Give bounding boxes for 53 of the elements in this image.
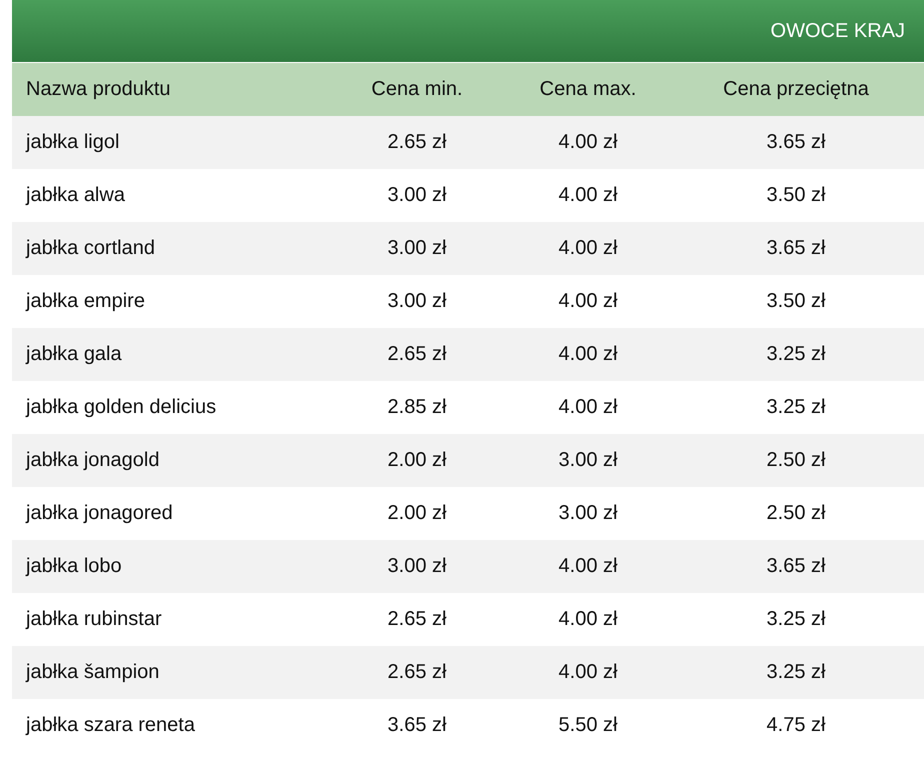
table-cell: 4.00 zł xyxy=(508,169,668,222)
table-cell: jabłka rubinstar xyxy=(12,593,326,646)
table-cell: jabłka alwa xyxy=(12,169,326,222)
table-cell: 3.25 zł xyxy=(668,381,924,434)
table-cell: 4.00 zł xyxy=(508,381,668,434)
table-cell: 3.25 zł xyxy=(668,328,924,381)
table-cell: 3.00 zł xyxy=(326,275,508,328)
table-cell: 3.65 zł xyxy=(668,222,924,275)
table-cell: jabłka šampion xyxy=(12,646,326,699)
table-cell: 3.65 zł xyxy=(668,540,924,593)
table-cell: 3.65 zł xyxy=(326,699,508,752)
table-cell: jabłka gala xyxy=(12,328,326,381)
table-cell: 2.50 zł xyxy=(668,434,924,487)
table-cell: 4.00 zł xyxy=(508,116,668,169)
table-cell: 2.85 zł xyxy=(326,381,508,434)
table-cell: 3.50 zł xyxy=(668,169,924,222)
table-cell: jabłka szara reneta xyxy=(12,699,326,752)
table-cell: 2.00 zł xyxy=(326,487,508,540)
table-cell: 4.00 zł xyxy=(508,275,668,328)
table-cell: 4.00 zł xyxy=(508,540,668,593)
table-cell: 3.50 zł xyxy=(668,275,924,328)
table-cell: 2.65 zł xyxy=(326,328,508,381)
table-cell: 4.75 zł xyxy=(668,699,924,752)
table-cell: 4.00 zł xyxy=(508,328,668,381)
table-title: OWOCE KRAJ xyxy=(770,20,905,42)
table-cell: 3.00 zł xyxy=(326,169,508,222)
table-cell: jabłka empire xyxy=(12,275,326,328)
table-cell: 3.65 zł xyxy=(668,116,924,169)
table-cell: 3.00 zł xyxy=(508,487,668,540)
table-cell: 2.65 zł xyxy=(326,116,508,169)
table-cell: 3.00 zł xyxy=(326,222,508,275)
table-cell: 4.00 zł xyxy=(508,222,668,275)
table-cell: jabłka jonagold xyxy=(12,434,326,487)
column-header: Cena max. xyxy=(508,63,668,116)
table-cell: jabłka jonagored xyxy=(12,487,326,540)
table-cell: 3.25 zł xyxy=(668,593,924,646)
column-header: Nazwa produktu xyxy=(12,63,326,116)
table-cell: jabłka cortland xyxy=(12,222,326,275)
table-cell: 2.65 zł xyxy=(326,646,508,699)
table-cell: 5.50 zł xyxy=(508,699,668,752)
column-header: Cena min. xyxy=(326,63,508,116)
table-cell: 2.65 zł xyxy=(326,593,508,646)
table-cell: 3.25 zł xyxy=(668,646,924,699)
table-cell: 2.50 zł xyxy=(668,487,924,540)
table-cell: jabłka golden delicius xyxy=(12,381,326,434)
table-cell: 4.00 zł xyxy=(508,593,668,646)
column-header: Cena przeciętna xyxy=(668,63,924,116)
table-cell: 3.00 zł xyxy=(326,540,508,593)
table-cell: jabłka ligol xyxy=(12,116,326,169)
table-cell: 4.00 zł xyxy=(508,646,668,699)
table-cell: 3.00 zł xyxy=(508,434,668,487)
table-cell: 2.00 zł xyxy=(326,434,508,487)
table-cell: jabłka lobo xyxy=(12,540,326,593)
